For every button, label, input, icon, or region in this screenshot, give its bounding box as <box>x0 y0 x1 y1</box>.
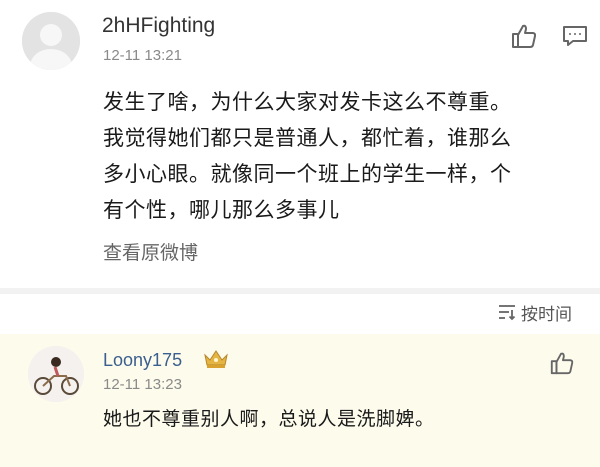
reply-username[interactable]: Loony175 <box>103 350 182 371</box>
comment-text-line: 多小心眼。就像同一个班上的学生一样，个 <box>103 162 512 186</box>
comment-username[interactable]: 2hHFighting <box>102 14 215 38</box>
view-original-link[interactable]: 查看原微博 <box>103 238 198 265</box>
comment-timestamp: 12-11 13:21 <box>103 47 182 64</box>
comment-text-line: 发生了啥，为什么大家对发卡这么不尊重。 <box>103 90 512 114</box>
user-avatar[interactable] <box>28 346 84 402</box>
comment-text-line: 我觉得她们都只是普通人，都忙着，谁那么 <box>103 126 512 150</box>
sort-by-time-button[interactable]: 按时间 <box>521 300 572 325</box>
thumbs-up-icon[interactable] <box>549 350 575 376</box>
comment-text-line: 有个性，哪儿那么多事儿 <box>103 198 340 222</box>
comment-body: 发生了啥，为什么大家对发卡这么不尊重。 我觉得她们都只是普通人，都忙着，谁那么 … <box>103 84 583 228</box>
crown-icon <box>203 348 229 370</box>
comment-icon[interactable] <box>561 24 589 48</box>
thumbs-up-icon[interactable] <box>510 22 538 50</box>
reply-card <box>0 334 600 467</box>
sort-lines-icon[interactable] <box>497 303 517 321</box>
default-avatar-icon[interactable] <box>22 12 80 70</box>
reply-text: 她也不尊重别人啊，总说人是洗脚婢。 <box>103 408 435 430</box>
reply-timestamp: 12-11 13:23 <box>103 376 182 393</box>
